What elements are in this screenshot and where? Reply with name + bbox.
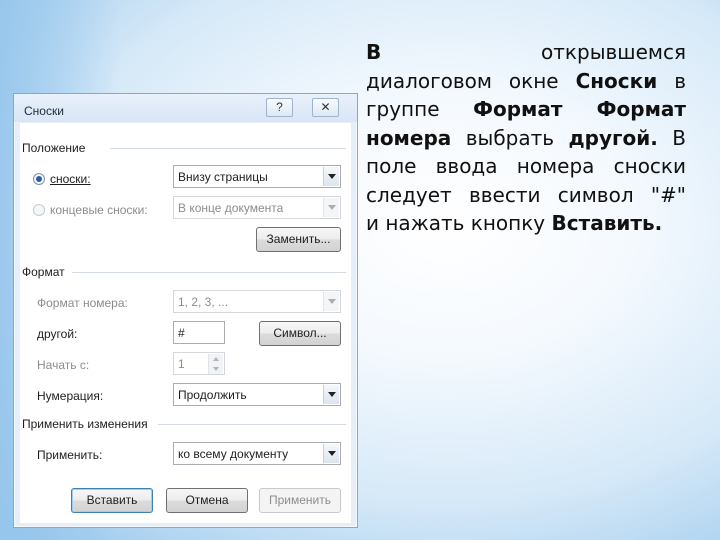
instruction-word-v: В — [366, 40, 382, 64]
apply-separator — [158, 424, 346, 425]
cancel-button[interactable]: Отмена — [166, 488, 248, 513]
custom-mark-value: # — [178, 326, 185, 340]
endnotes-location-select[interactable]: В конце документа — [173, 196, 341, 219]
chevron-down-icon[interactable] — [323, 385, 339, 404]
footnotes-label: сноски: — [50, 172, 91, 186]
apply-to-select[interactable]: ко всему документу — [173, 442, 341, 465]
instruction-line-5: поле ввода номера сноски — [366, 154, 686, 178]
dialog-title: Сноски — [24, 104, 64, 118]
chevron-down-icon[interactable] — [323, 167, 339, 186]
instruction-line-1: В открывшемся — [366, 38, 686, 67]
instruction-line-7: и нажать кнопку Вставить. — [366, 209, 686, 238]
instruction-term-custom: другой. — [568, 125, 658, 150]
number-format-value: 1, 2, 3, ... — [178, 295, 229, 309]
footnotes-location-value: Внизу страницы — [178, 170, 268, 184]
close-button[interactable]: ✕ — [312, 98, 339, 117]
chevron-down-icon[interactable] — [323, 198, 339, 217]
start-at-stepper[interactable]: 1 — [173, 352, 225, 375]
stepper-up-icon[interactable] — [208, 354, 223, 364]
symbol-button[interactable]: Символ... — [259, 321, 341, 346]
apply-changes-group-label: Применить изменения — [22, 417, 148, 431]
instruction-text-part: В — [657, 125, 687, 150]
footnotes-label-text: сноски: — [50, 172, 91, 186]
instruction-term-number: номера — [366, 125, 452, 150]
format-group-label: Формат — [22, 265, 65, 279]
endnotes-label: концевые сноски: — [50, 203, 148, 217]
instruction-term-footnotes: Сноски — [575, 68, 658, 93]
chevron-down-icon[interactable] — [323, 444, 339, 463]
apply-button[interactable]: Применить — [259, 488, 341, 513]
instruction-text-part: группе — [366, 97, 474, 121]
instruction-line-3: группе Формат Формат — [366, 95, 686, 124]
instruction-text-part: и нажать кнопку — [366, 211, 552, 235]
dialog-client-area: Положение сноски: Внизу страницы концевы… — [20, 123, 351, 523]
start-at-label: Начать с: — [37, 358, 90, 372]
stepper-down-icon[interactable] — [208, 364, 223, 374]
custom-mark-label: другой: — [37, 327, 78, 341]
format-separator — [72, 272, 346, 273]
instruction-term-insert: Вставить. — [551, 211, 663, 235]
numbering-label: Нумерация: — [37, 389, 104, 403]
endnotes-location-value: В конце документа — [178, 201, 284, 215]
custom-mark-input[interactable]: # — [173, 321, 225, 344]
footnotes-dialog: Сноски ? ✕ Положение сноски: Внизу стран… — [13, 93, 358, 528]
numbering-select[interactable]: Продолжить — [173, 383, 341, 406]
footnotes-radio[interactable] — [33, 173, 45, 185]
instruction-word: открывшемся — [541, 40, 686, 64]
footnotes-location-select[interactable]: Внизу страницы — [173, 165, 341, 188]
chevron-down-icon[interactable] — [323, 292, 339, 311]
instruction-text-part: диалоговом окне — [366, 68, 576, 93]
instruction-line-4: номера выбрать другой. В — [366, 124, 686, 153]
instruction-text-part: в — [657, 68, 686, 93]
dialog-titlebar[interactable]: Сноски ? ✕ — [14, 94, 357, 122]
help-button[interactable]: ? — [266, 98, 293, 117]
instruction-term-format: Формат Формат — [473, 97, 686, 121]
instruction-line-6: следует ввести символ "#" — [366, 182, 686, 207]
start-at-value: 1 — [178, 357, 185, 371]
replace-button[interactable]: Заменить... — [256, 227, 341, 252]
position-separator — [110, 148, 346, 149]
instruction-line-2: диалоговом окне Сноски в — [366, 67, 686, 96]
instruction-text-part: выбрать — [451, 125, 569, 150]
apply-to-label: Применить: — [37, 448, 103, 462]
apply-to-value: ко всему документу — [178, 447, 289, 461]
instruction-text: В открывшемся диалоговом окне Сноски в г… — [366, 38, 686, 238]
numbering-value: Продолжить — [178, 388, 247, 402]
endnotes-radio[interactable] — [33, 204, 45, 216]
number-format-select[interactable]: 1, 2, 3, ... — [173, 290, 341, 313]
insert-button[interactable]: Вставить — [71, 488, 153, 513]
position-group-label: Положение — [22, 141, 86, 155]
number-format-label: Формат номера: — [37, 296, 128, 310]
